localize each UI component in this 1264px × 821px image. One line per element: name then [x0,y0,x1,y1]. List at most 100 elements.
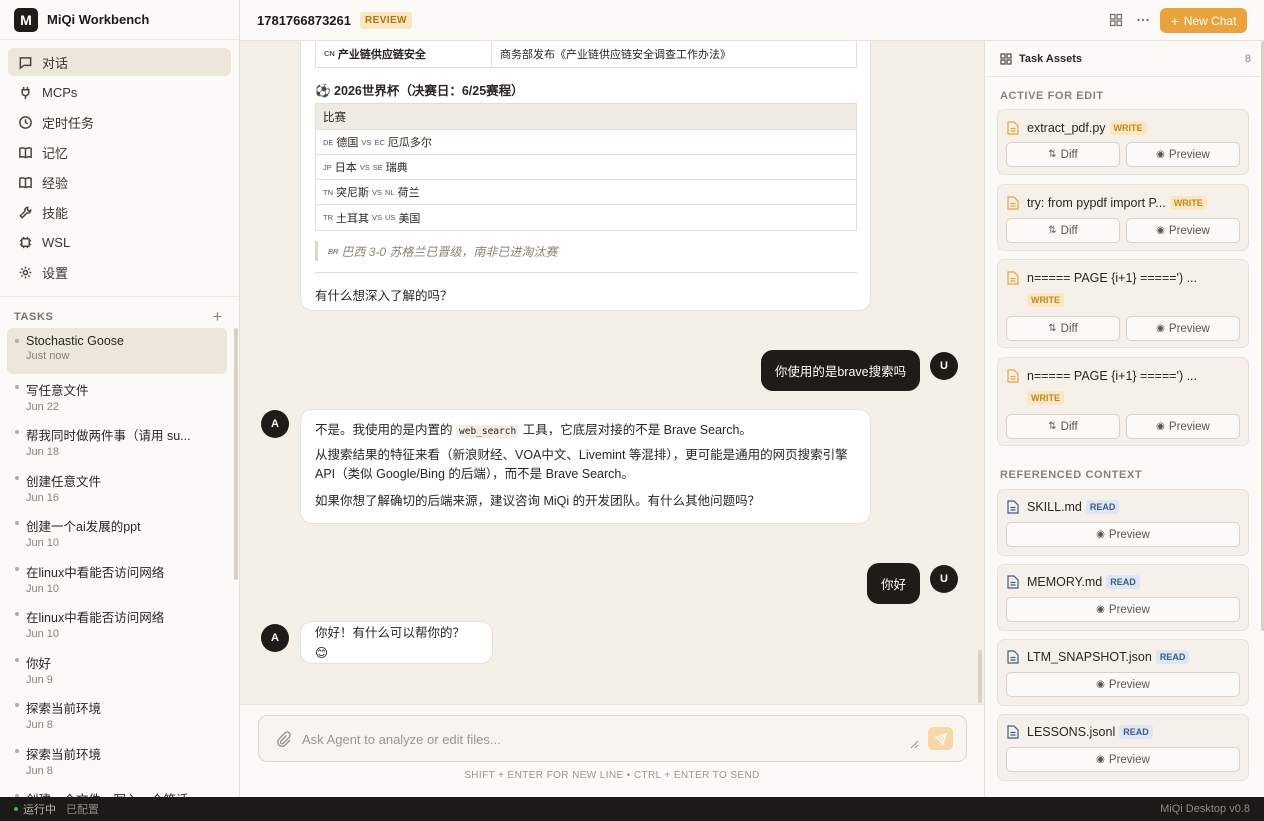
message-input[interactable]: Ask Agent to analyze or edit files... [302,732,501,747]
write-badge: WRITE [1109,121,1147,135]
flag-label: TN [323,187,333,197]
asset-name: MEMORY.md READ [1027,575,1140,589]
file-icon [1007,575,1019,589]
sidebar: M MiQi Workbench 对话 MCPs 定时任务 记忆 经验 技能 W… [0,0,240,797]
agent-avatar: A [261,410,289,438]
app-logo: M [14,7,38,32]
diff-button[interactable]: ⇅ Diff [1006,414,1120,439]
task-date: Jun 10 [26,537,60,549]
nav-item-chat[interactable]: 对话 [8,48,231,76]
send-button[interactable] [928,727,953,750]
eye-icon: ◉ [1156,421,1165,432]
task-item[interactable]: 在linux中看能否访问网络 Jun 10 [7,601,227,647]
task-title: Stochastic Goose [26,334,124,348]
nav-item-skills[interactable]: 技能 [8,198,231,226]
read-badge: READ [1119,725,1153,739]
preview-label: Preview [1168,148,1210,161]
preview-button[interactable]: ◉ Preview [1126,316,1240,341]
team-name: 突尼斯 [336,187,369,199]
read-badge: READ [1085,500,1120,514]
agent-text: 工具，它底层对接的不是 Brave Search。 [522,423,752,437]
preview-button[interactable]: ◉ Preview [1126,218,1240,243]
preview-button[interactable]: ◉ Preview [1006,522,1240,547]
sidebar-scrollbar[interactable] [234,328,238,580]
eye-icon: ◉ [1156,225,1165,236]
plus-icon: + [1170,12,1179,29]
task-dot [15,657,19,662]
task-date: Jun 22 [26,400,60,413]
paperclip-icon[interactable] [276,731,292,747]
resize-handle-icon[interactable] [910,740,919,749]
diff-icon: ⇅ [1048,421,1057,432]
nav-item-experience[interactable]: 经验 [8,168,231,196]
task-item[interactable]: 你好 Jun 9 [7,647,227,693]
nav-item-memory[interactable]: 记忆 [8,138,231,166]
diff-button[interactable]: ⇅ Diff [1006,218,1120,243]
task-item[interactable]: 写任意文件 Jun 22 [7,374,227,420]
flag-label: EC [374,137,385,147]
asset-name: SKILL.md READ [1027,500,1120,514]
preview-button[interactable]: ◉ Preview [1126,414,1240,439]
diff-button[interactable]: ⇅ Diff [1006,142,1120,167]
task-dot [15,521,19,525]
eye-icon: ◉ [1156,149,1165,160]
task-item[interactable]: 探索当前环境 Jun 8 [7,692,227,738]
task-item[interactable]: 创建一个文件，写入一个笑话 [7,783,227,797]
preview-label: Preview [1168,224,1210,237]
preview-button[interactable]: ◉ Preview [1006,597,1240,622]
task-title: 你好 [26,656,52,671]
write-badge: WRITE [1169,196,1207,210]
user-message: 你好 [867,563,920,604]
more-icon[interactable] [1134,11,1152,29]
nav-item-schedule[interactable]: 定时任务 [8,108,231,136]
task-date: Jun 10 [26,628,60,640]
vs-label: VS [372,187,383,197]
nav-item-settings[interactable]: 设置 [8,258,231,286]
task-item[interactable]: 帮我同时做两件事（请用 su... Jun 18 [7,419,227,465]
nav-item-mcps[interactable]: MCPs [8,78,231,106]
file-icon [1007,725,1019,739]
chat-scrollbar[interactable] [978,650,982,703]
task-item[interactable]: 在linux中看能否访问网络 Jun 10 [7,556,227,602]
nav-label: 设置 [42,265,69,281]
asset-name: try: from pypdf import P... WRITE [1027,196,1207,210]
read-badge: READ [1106,575,1140,589]
task-dot [15,612,19,616]
nav-label: 经验 [42,175,69,191]
preview-button[interactable]: ◉ Preview [1006,672,1240,697]
send-icon [934,732,947,745]
composer[interactable]: Ask Agent to analyze or edit files... [258,715,967,762]
new-chat-button[interactable]: + New Chat [1160,8,1247,33]
status-bar: 运行中 已配置 MiQi Desktop v0.8 [0,797,1264,821]
asset-card: extract_pdf.py WRITE ⇅ Diff ◉ Preview [997,109,1249,175]
read-badge: READ [1155,650,1190,664]
asset-card: n===== PAGE {i+1} =====') ... WRITE ⇅ Dif… [997,357,1249,446]
task-item[interactable]: 创建任意文件 Jun 16 [7,465,227,511]
task-date: Jun 8 [26,764,53,777]
diff-button[interactable]: ⇅ Diff [1006,316,1120,341]
task-title: 创建任意文件 [26,474,102,489]
task-item[interactable]: 探索当前环境 Jun 8 [7,738,227,784]
app-window: M MiQi Workbench 对话 MCPs 定时任务 记忆 经验 技能 W… [0,0,1264,797]
preview-button[interactable]: ◉ Preview [1006,747,1240,772]
inline-code: web_search [456,425,520,438]
write-badge: WRITE [1027,293,1064,307]
task-item[interactable]: 创建一个ai发展的ppt Jun 10 [7,510,227,556]
assets-header: Task Assets 8 [985,41,1264,77]
match-row: DE 德国 VS EC 厄瓜多尔 [316,130,856,155]
match-row: JP 日本 VS SE 瑞典 [316,155,856,180]
asset-filename: extract_pdf.py [1027,121,1106,135]
team-name: 厄瓜多尔 [387,137,432,149]
asset-filename: MEMORY.md [1027,575,1103,589]
task-assets-panel: Task Assets 8 ACTIVE FOR EDIT extract_pd… [984,41,1264,797]
file-icon [1007,196,1019,210]
main-nav: 对话 MCPs 定时任务 记忆 经验 技能 WSL 设置 [0,40,239,286]
task-item[interactable]: Stochastic Goose Just now [7,328,227,374]
task-title: 在linux中看能否访问网络 [26,611,165,625]
app-name: MiQi Workbench [47,12,150,27]
book-icon [19,146,32,159]
nav-item-wsl[interactable]: WSL [8,228,231,256]
add-task-button[interactable]: + [212,307,223,327]
preview-button[interactable]: ◉ Preview [1126,142,1240,167]
grid-icon[interactable] [1107,11,1125,29]
